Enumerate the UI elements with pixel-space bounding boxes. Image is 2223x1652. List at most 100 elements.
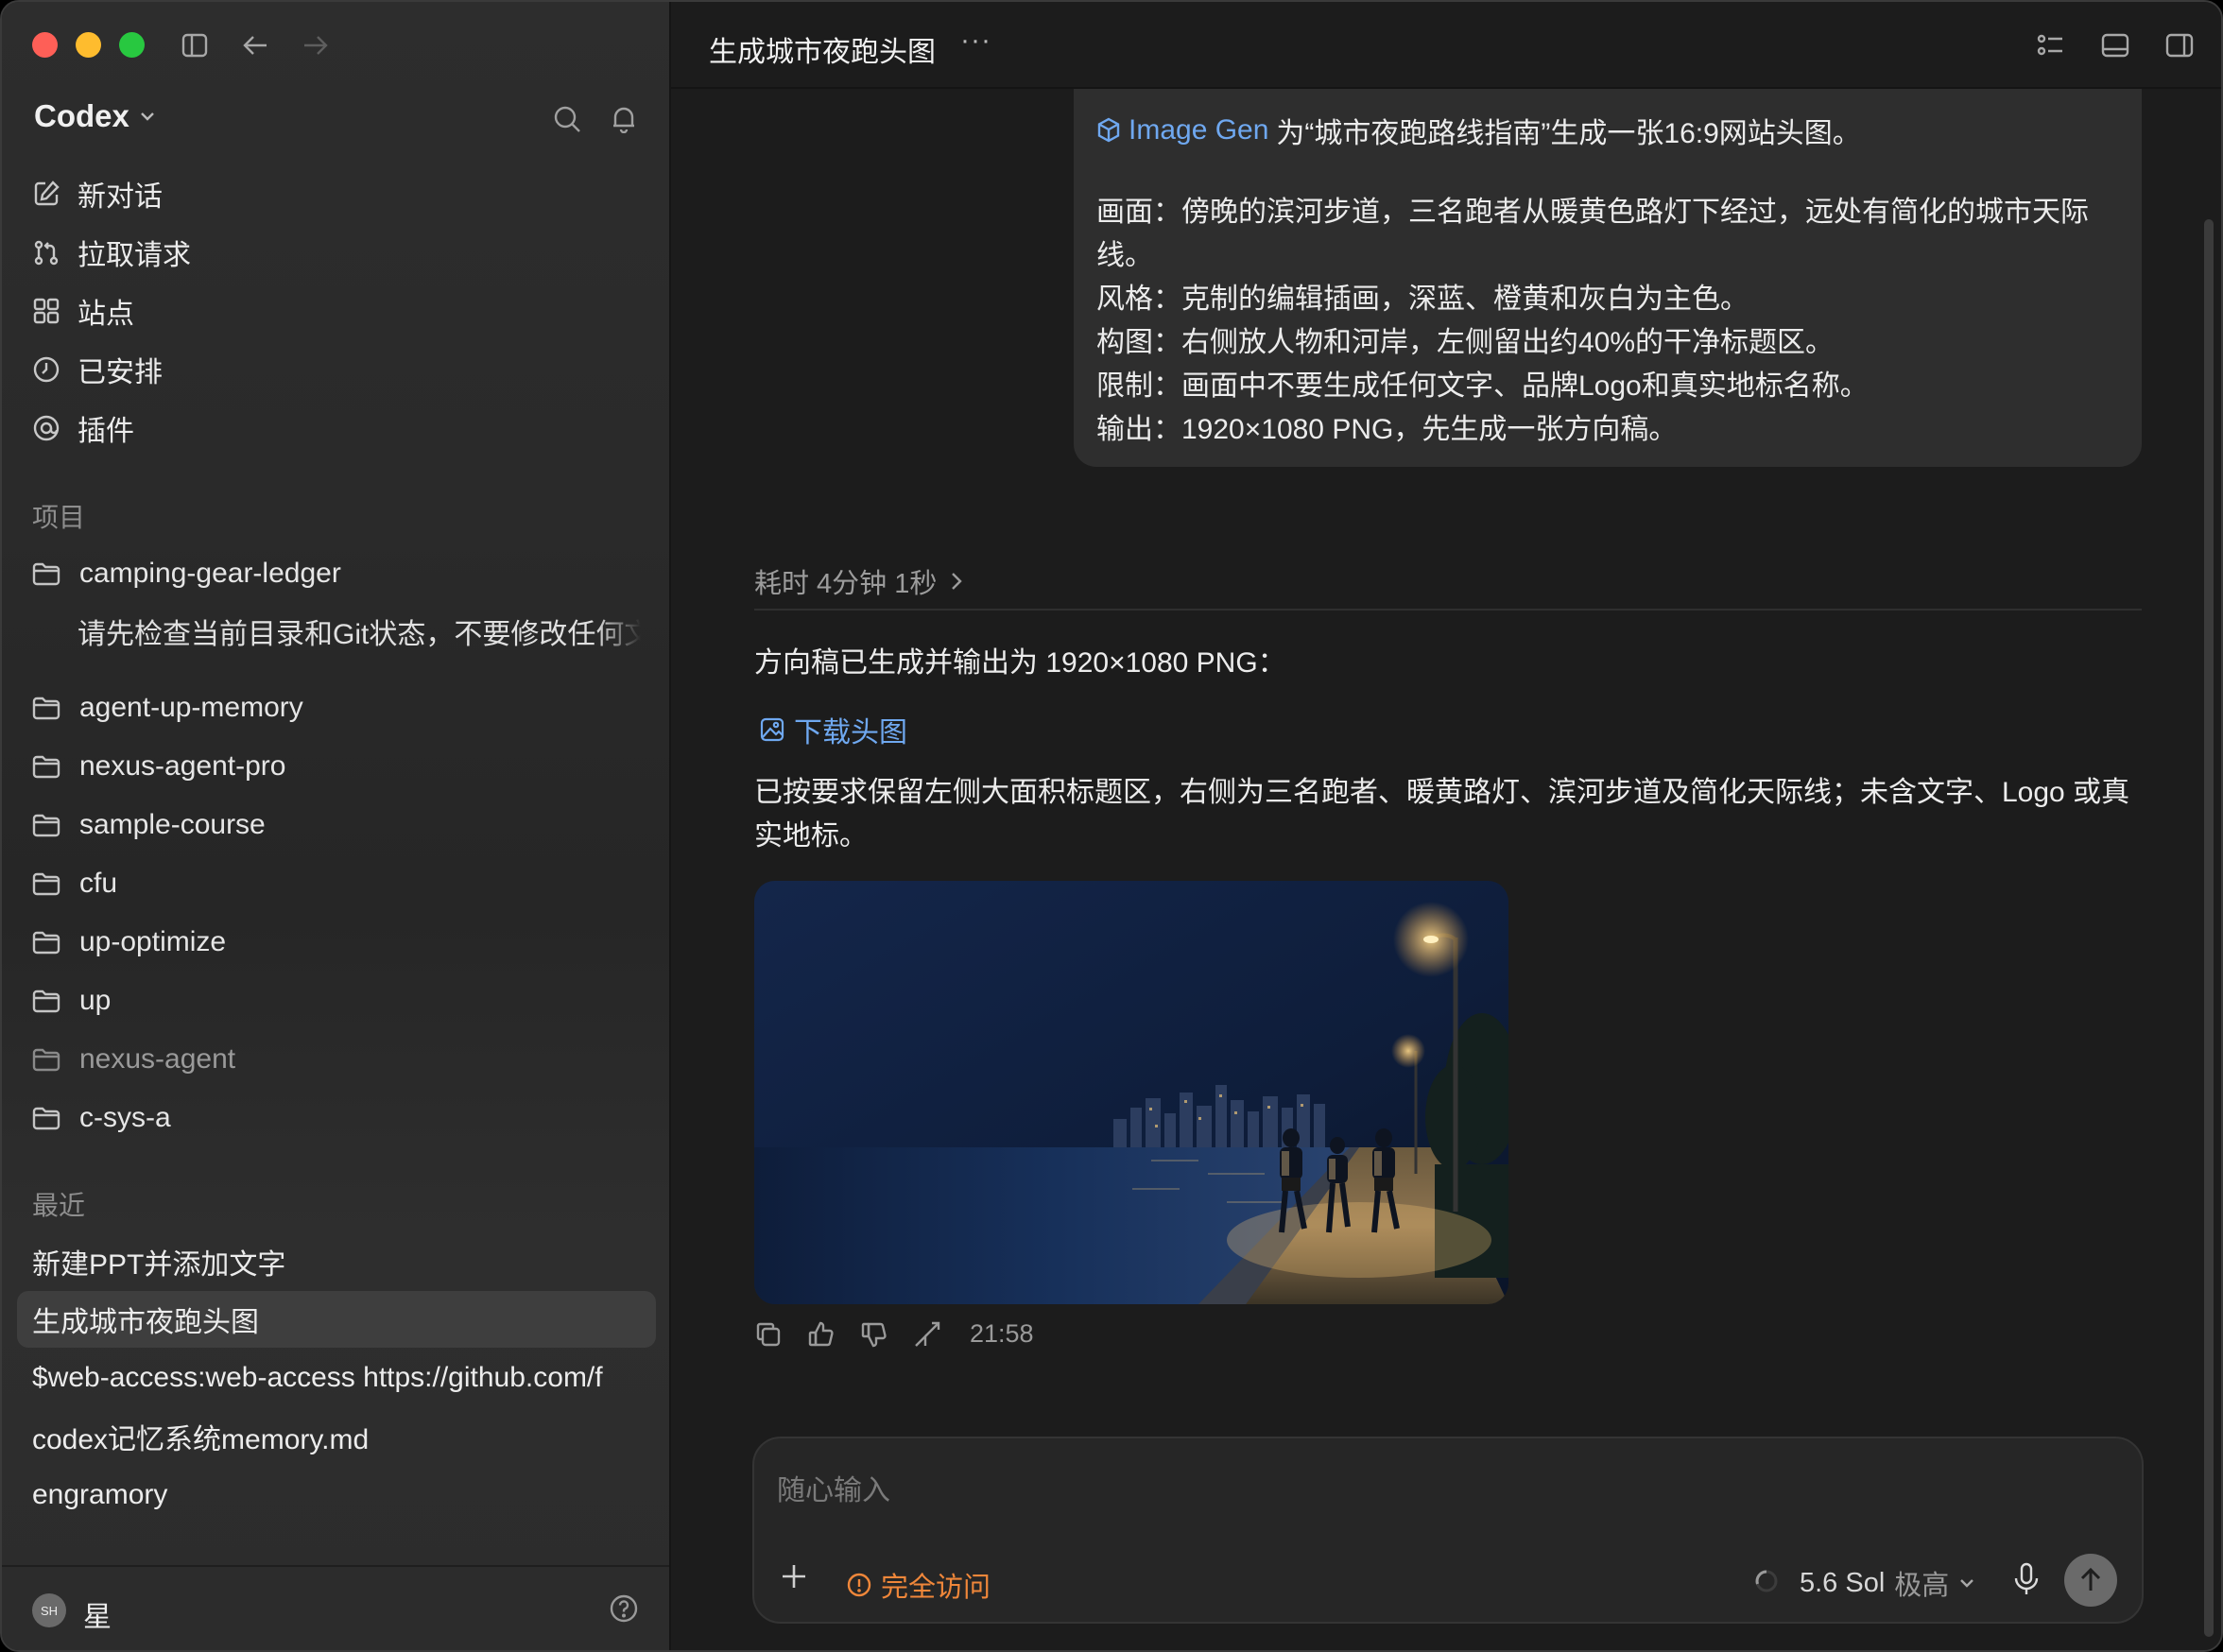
folder-icon bbox=[32, 872, 60, 896]
nav-label: 站点 bbox=[78, 299, 134, 330]
user-message-intro: 为“城市夜跑路线指南”生成一张16:9网站头图。 bbox=[1276, 118, 1861, 149]
message-actions: 21:58 bbox=[754, 1319, 1034, 1349]
user-message-header: Image Gen 为“城市夜跑路线指南”生成一张16:9网站头图。 bbox=[1096, 110, 2119, 151]
spinner-icon bbox=[1754, 1569, 1779, 1593]
nav-label: 已安排 bbox=[78, 357, 163, 388]
folder-icon bbox=[32, 989, 60, 1013]
chevron-down-icon bbox=[141, 112, 154, 121]
sites-icon bbox=[33, 298, 60, 324]
search-icon[interactable] bbox=[550, 102, 584, 136]
download-label: 下载头图 bbox=[794, 717, 907, 749]
project-thread-item[interactable]: 请先检查当前目录和Git状态，不要修改任何文件 bbox=[78, 611, 641, 652]
page-title: 生成城市夜跑头图 bbox=[709, 37, 936, 68]
terminal-panel-icon[interactable] bbox=[2100, 30, 2130, 60]
project-item[interactable]: agent-up-memory bbox=[32, 685, 303, 731]
project-name: up bbox=[79, 985, 112, 1016]
back-arrow-icon[interactable] bbox=[238, 28, 272, 62]
folder-icon bbox=[32, 562, 60, 586]
warning-icon bbox=[847, 1573, 871, 1597]
recent-item-active[interactable]: 生成城市夜跑头图 bbox=[32, 1292, 641, 1347]
model-selector[interactable]: 5.6 Sol 极高 bbox=[1800, 1563, 1975, 1603]
elapsed-toggle[interactable]: 耗时 4分钟 1秒 bbox=[754, 561, 963, 601]
project-item[interactable]: nexus-agent bbox=[32, 1037, 235, 1082]
microphone-icon[interactable] bbox=[2011, 1561, 2045, 1599]
response-intro: 方向稿已生成并输出为 1920×1080 PNG： bbox=[754, 647, 1286, 679]
image-file-icon bbox=[760, 717, 784, 742]
nav-scheduled[interactable]: 已安排 bbox=[32, 347, 163, 392]
nav-label: 插件 bbox=[78, 416, 134, 447]
folder-icon bbox=[32, 697, 60, 720]
composer: 随心输入 完全访问 5.6 Sol 极高 bbox=[752, 1437, 2144, 1624]
scrollbar[interactable] bbox=[2204, 219, 2214, 1637]
response-paragraph: 已按要求保留左侧大面积标题区，右侧为三名跑者、暖黄路灯、滨河步道及简化天际线；未… bbox=[754, 777, 2130, 852]
message-input[interactable]: 随心输入 bbox=[777, 1467, 890, 1508]
project-item[interactable]: nexus-agent-pro bbox=[32, 744, 285, 789]
help-icon[interactable] bbox=[609, 1593, 643, 1627]
recent-item[interactable]: codex记忆系统memory.md bbox=[32, 1409, 641, 1464]
forward-arrow-icon[interactable] bbox=[299, 28, 333, 62]
nav-pull-requests[interactable]: 拉取请求 bbox=[32, 230, 191, 275]
chevron-down-icon bbox=[1960, 1579, 1974, 1588]
user-name[interactable]: 星 bbox=[83, 1593, 112, 1635]
zoom-window-button[interactable] bbox=[119, 32, 145, 58]
recent-item[interactable]: $web-access:web-access https://github.co… bbox=[32, 1351, 641, 1405]
compose-icon bbox=[34, 181, 60, 206]
nav-plugins[interactable]: 插件 bbox=[32, 405, 134, 451]
checklist-icon[interactable] bbox=[2036, 30, 2066, 60]
project-name: camping-gear-ledger bbox=[79, 558, 341, 589]
cube-icon bbox=[1097, 117, 1120, 143]
project-item[interactable]: c-sys-a bbox=[32, 1095, 171, 1141]
project-name: up-optimize bbox=[79, 926, 227, 957]
generated-image[interactable] bbox=[754, 881, 1508, 1304]
project-item[interactable]: up-optimize bbox=[32, 920, 226, 965]
minimize-window-button[interactable] bbox=[76, 32, 101, 58]
branch-icon[interactable] bbox=[913, 1320, 941, 1349]
sidebar-footer-divider bbox=[2, 1565, 669, 1567]
more-options-button[interactable]: ··· bbox=[960, 25, 991, 57]
copy-icon[interactable] bbox=[754, 1320, 783, 1349]
tool-chip[interactable]: Image Gen bbox=[1096, 114, 1268, 146]
project-item[interactable]: cfu bbox=[32, 861, 117, 906]
header: 生成城市夜跑头图 ··· bbox=[671, 2, 2221, 89]
folder-icon bbox=[32, 814, 60, 837]
recent-item[interactable]: engramory bbox=[32, 1468, 641, 1523]
project-name: nexus-agent-pro bbox=[79, 750, 286, 782]
access-mode-button[interactable]: 完全访问 bbox=[847, 1565, 991, 1605]
toggle-sidebar-icon[interactable] bbox=[178, 28, 212, 62]
download-link[interactable]: 下载头图 bbox=[760, 709, 907, 750]
project-item[interactable]: camping-gear-ledger bbox=[32, 551, 341, 596]
nav-label: 拉取请求 bbox=[78, 240, 191, 271]
app-name: Codex bbox=[34, 98, 129, 133]
folder-icon bbox=[32, 755, 60, 779]
side-panel-icon[interactable] bbox=[2164, 30, 2195, 60]
close-window-button[interactable] bbox=[32, 32, 58, 58]
project-name: sample-course bbox=[79, 809, 266, 840]
recent-item[interactable]: 新建PPT并添加文字 bbox=[32, 1234, 641, 1289]
workspace-switcher[interactable]: Codex bbox=[34, 98, 156, 134]
avatar[interactable]: SH bbox=[32, 1593, 66, 1627]
thumbs-down-icon[interactable] bbox=[860, 1320, 888, 1349]
folder-icon bbox=[32, 1107, 60, 1130]
project-name: agent-up-memory bbox=[79, 692, 303, 723]
clock-icon bbox=[33, 356, 60, 383]
arrow-up-icon bbox=[2080, 1567, 2101, 1591]
folder-icon bbox=[32, 1048, 60, 1072]
app-window: Codex 新对话 拉取请求 站点 已安排 插件 项目 camping-gear… bbox=[0, 0, 2223, 1652]
bell-icon[interactable] bbox=[607, 102, 641, 136]
access-label: 完全访问 bbox=[881, 1573, 991, 1603]
project-name: nexus-agent bbox=[79, 1043, 236, 1075]
nav-new-chat[interactable]: 新对话 bbox=[32, 171, 163, 216]
folder-icon bbox=[32, 931, 60, 955]
plugin-icon bbox=[33, 415, 60, 441]
chevron-right-icon bbox=[952, 573, 963, 590]
thumbs-up-icon[interactable] bbox=[807, 1320, 836, 1349]
elapsed-label: 耗时 4分钟 1秒 bbox=[754, 569, 938, 599]
nav-sites[interactable]: 站点 bbox=[32, 288, 134, 334]
plus-icon[interactable] bbox=[779, 1561, 813, 1595]
sidebar: Codex 新对话 拉取请求 站点 已安排 插件 项目 camping-gear… bbox=[2, 2, 671, 1650]
send-button[interactable] bbox=[2064, 1554, 2117, 1607]
project-item[interactable]: up bbox=[32, 978, 111, 1024]
project-item[interactable]: sample-course bbox=[32, 802, 266, 848]
nav-label: 新对话 bbox=[78, 181, 163, 213]
message-timestamp: 21:58 bbox=[970, 1319, 1034, 1348]
